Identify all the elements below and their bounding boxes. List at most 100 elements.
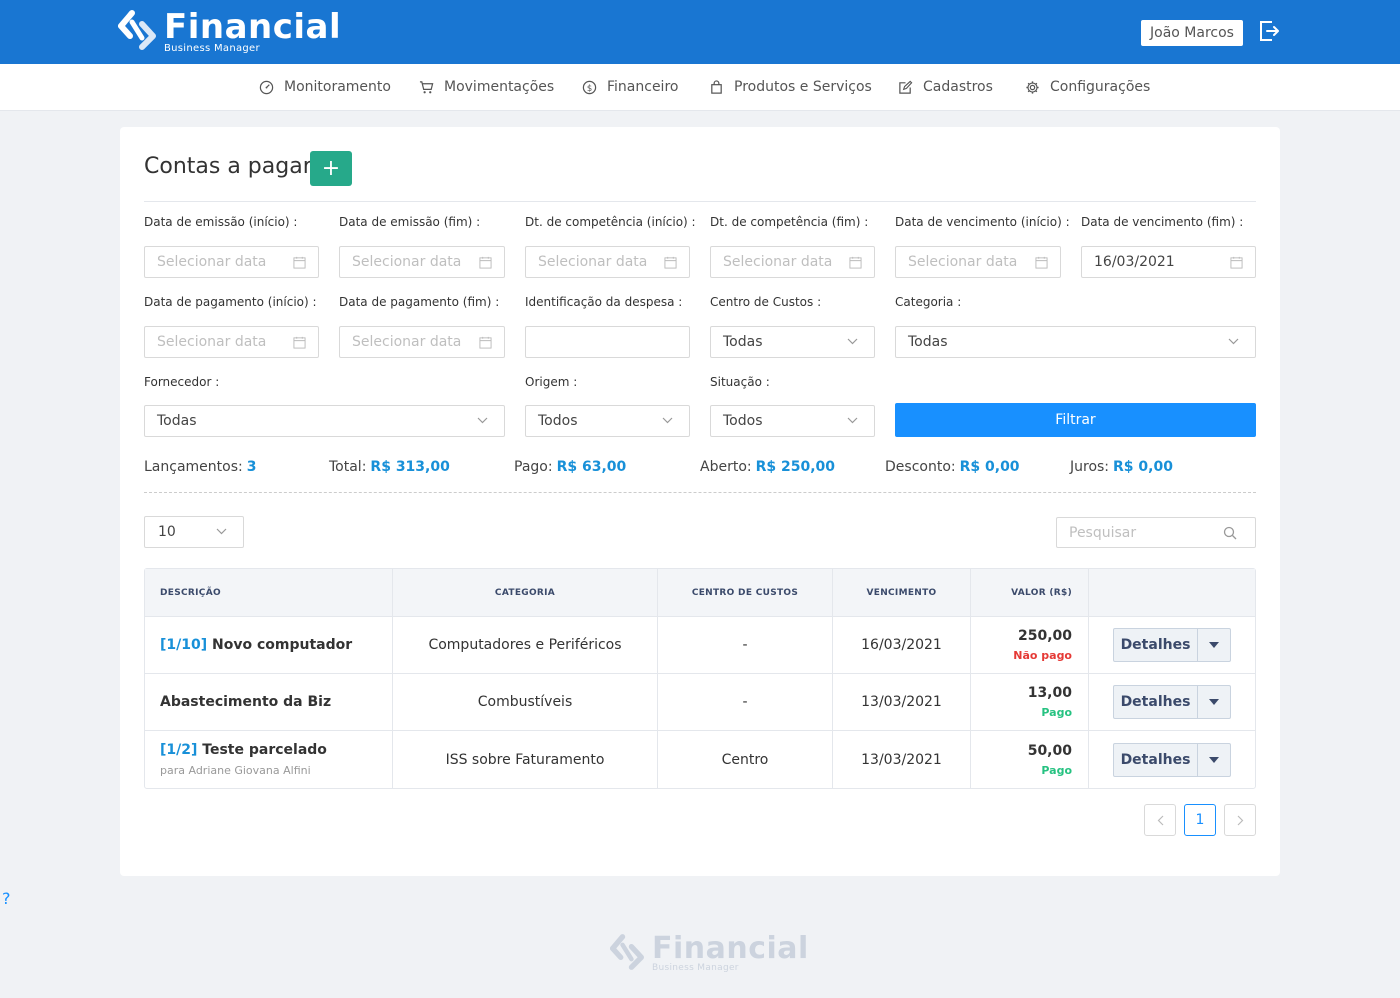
amount: 50,00 [1027,742,1072,759]
label-situacao: Situação : [710,375,770,389]
calendar-icon [479,336,492,349]
help-link[interactable]: ? [2,889,11,908]
next-page-button[interactable] [1224,804,1256,836]
header-vencimento[interactable]: VENCIMENTO [833,569,971,616]
date-input-vencimento-fim[interactable]: 16/03/2021 [1081,246,1256,278]
nav-item-financeiro[interactable]: $ Financeiro [582,79,678,95]
summary-total: Total: R$ 313,00 [329,459,450,475]
header-categoria[interactable]: CATEGORIA [393,569,658,616]
actions-button-group: Detalhes [1113,628,1231,662]
nav-item-produtos-servicos[interactable]: Produtos e Serviços [709,79,872,95]
date-input-vencimento-inicio[interactable]: Selecionar data [895,246,1061,278]
centro-custos-select[interactable]: Todas [710,326,875,358]
summary-value: R$ 313,00 [370,459,450,475]
cell-categoria: ISS sobre Faturamento [393,731,658,788]
prev-page-button[interactable] [1144,804,1176,836]
actions-button-group: Detalhes [1113,685,1231,719]
summary-pago: Pago: R$ 63,00 [514,459,626,475]
header-actions [1089,569,1255,616]
actions-button-group: Detalhes [1113,742,1231,777]
cell-vencimento: 13/03/2021 [833,731,971,788]
table-header-row: DESCRIÇÃO CATEGORIA CENTRO DE CUSTOS VEN… [145,569,1255,617]
search-input[interactable]: Pesquisar [1056,517,1256,548]
page-size-select[interactable]: 10 [144,516,244,548]
bag-icon [711,79,722,94]
date-input-competencia-inicio[interactable]: Selecionar data [525,246,690,278]
header-valor[interactable]: VALOR (R$) [971,569,1089,616]
calendar-icon [293,256,306,269]
calendar-icon [1230,256,1243,269]
nav-item-cadastros[interactable]: Cadastros [898,79,993,95]
status-badge: Não pago [1013,649,1072,662]
situacao-select[interactable]: Todos [710,405,875,437]
summary-divider [144,492,1256,493]
filter-button[interactable]: Filtrar [895,403,1256,437]
cell-centro-custos: - [658,617,833,673]
caret-down-icon [1209,756,1219,763]
actions-dropdown-button[interactable] [1198,629,1230,661]
fornecedor-select[interactable]: Todas [144,405,505,437]
nav-label: Movimentações [444,79,555,95]
summary-label: Aberto: [700,459,752,475]
main-nav: Monitoramento Movimentações $ Financeiro… [0,64,1400,111]
header-centro-custos[interactable]: CENTRO DE CUSTOS [658,569,833,616]
page-button-current[interactable]: 1 [1184,804,1216,836]
installment-tag[interactable]: [1/10] [160,637,207,653]
calendar-icon [293,336,306,349]
actions-dropdown-button[interactable] [1198,686,1230,718]
date-placeholder: Selecionar data [352,334,462,350]
chevron-down-icon [662,417,673,424]
logout-icon[interactable] [1258,20,1280,42]
actions-dropdown-button[interactable] [1198,744,1230,776]
table-row: [1/10] Novo computador Computadores e Pe… [145,617,1255,674]
app-logo[interactable]: Financial Business Manager [118,10,341,56]
main-card: Contas a pagar + Data de emissão (início… [120,127,1280,876]
cell-vencimento: 13/03/2021 [833,674,971,730]
footer-logo: Financial Business Manager [610,934,809,973]
identificacao-input[interactable] [525,326,690,358]
status-badge: Pago [1041,706,1072,719]
add-button[interactable]: + [310,151,352,186]
calendar-icon [479,256,492,269]
table-row: Abastecimento da Biz Combustíveis - 13/0… [145,674,1255,731]
description-text: Abastecimento da Biz [160,694,332,710]
description-recipient: para Adriane Giovana Alfini [160,764,311,777]
label-centro-custos: Centro de Custos : [710,295,822,309]
summary-value: R$ 0,00 [1113,459,1173,475]
description: [1/10] Novo computador [160,637,352,653]
nav-item-configuracoes[interactable]: Configurações [1025,79,1150,95]
origem-select[interactable]: Todos [525,405,690,437]
cell-centro-custos: - [658,674,833,730]
installment-tag[interactable]: [1/2] [160,742,197,758]
chevron-down-icon [216,528,227,535]
cell-vencimento: 16/03/2021 [833,617,971,673]
cell-descricao: Abastecimento da Biz [145,674,393,730]
calendar-icon [849,256,862,269]
calendar-icon [664,256,677,269]
user-menu-button[interactable]: João Marcos [1141,20,1243,46]
date-input-competencia-fim[interactable]: Selecionar data [710,246,875,278]
summary-label: Lançamentos: [144,459,243,475]
details-button[interactable]: Detalhes [1114,686,1198,718]
date-input-emissao-fim[interactable]: Selecionar data [339,246,505,278]
nav-item-movimentacoes[interactable]: Movimentações [419,79,554,95]
table-row: [1/2] Teste parcelado para Adriane Giova… [145,731,1255,788]
cart-icon [419,80,434,93]
categoria-select[interactable]: Todas [895,326,1256,358]
logo-subtitle: Business Manager [164,43,260,54]
date-value: 16/03/2021 [1094,254,1175,270]
nav-label: Configurações [1050,79,1151,95]
label-origem: Origem : [525,375,578,389]
top-bar: Financial Business Manager João Marcos [0,0,1400,64]
cell-actions: Detalhes [1089,731,1255,788]
details-button[interactable]: Detalhes [1114,629,1198,661]
cell-descricao: [1/10] Novo computador [145,617,393,673]
cell-centro-custos: Centro [658,731,833,788]
date-input-pagamento-fim[interactable]: Selecionar data [339,326,505,358]
date-input-emissao-inicio[interactable]: Selecionar data [144,246,319,278]
date-input-pagamento-inicio[interactable]: Selecionar data [144,326,319,358]
nav-item-monitoramento[interactable]: Monitoramento [259,79,391,95]
header-descricao[interactable]: DESCRIÇÃO [145,569,393,616]
search-icon[interactable] [1223,526,1237,540]
details-button[interactable]: Detalhes [1114,743,1198,776]
